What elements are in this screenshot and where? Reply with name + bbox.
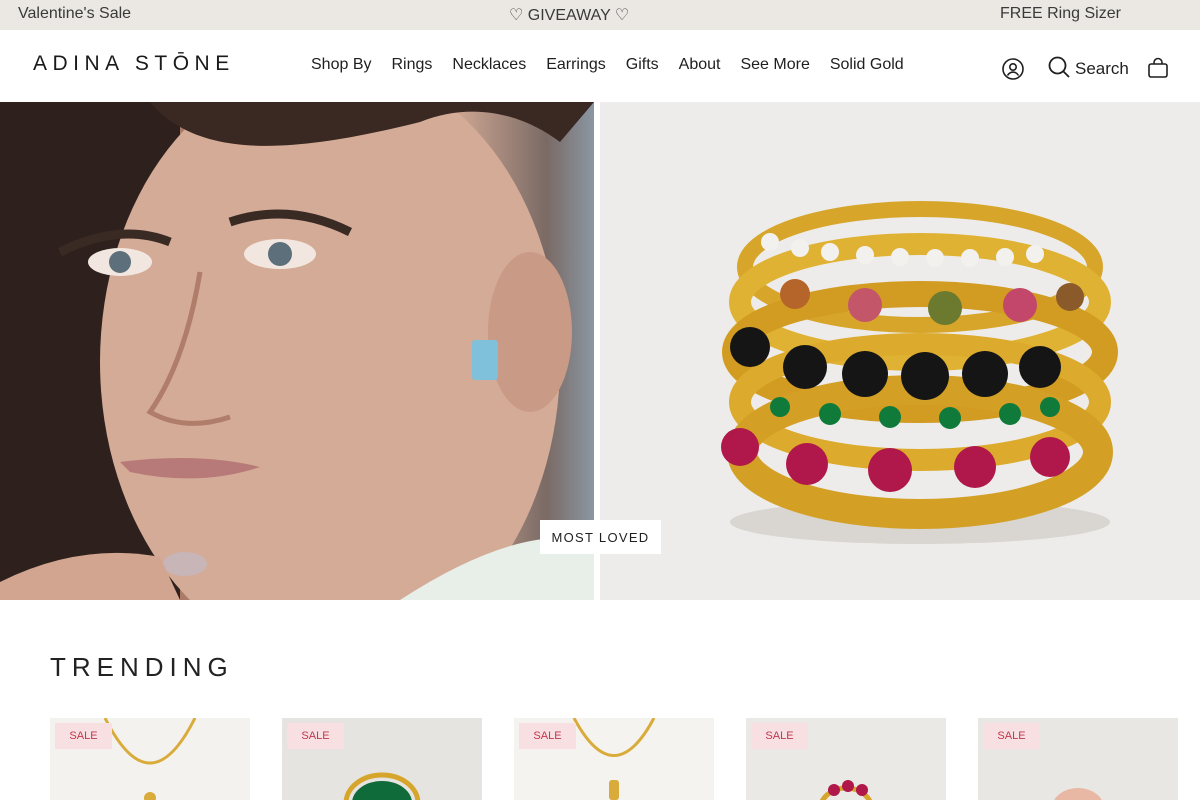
sale-badge: SALE xyxy=(519,723,576,749)
nav-item-rings[interactable]: Rings xyxy=(391,56,432,74)
search-button[interactable]: Search xyxy=(1047,55,1129,84)
announcement-ring-sizer-link[interactable]: FREE Ring Sizer xyxy=(1000,5,1121,23)
brand-logo[interactable]: ADINA STŌNE xyxy=(33,52,235,76)
sale-badge: SALE xyxy=(55,723,112,749)
announcement-giveaway-link[interactable]: ♡ GIVEAWAY ♡ xyxy=(509,5,629,25)
product-card[interactable]: SALE xyxy=(282,718,482,800)
site-header: ADINA STŌNE Shop By Rings Necklaces Earr… xyxy=(0,30,1200,102)
product-card[interactable]: SALE xyxy=(50,718,250,800)
most-loved-button[interactable]: MOST LOVED xyxy=(540,520,661,554)
nav-item-necklaces[interactable]: Necklaces xyxy=(452,56,526,74)
nav-item-see-more[interactable]: See More xyxy=(740,56,809,74)
search-icon xyxy=(1047,55,1071,84)
product-card[interactable]: SALE xyxy=(514,718,714,800)
announcement-sale-link[interactable]: Valentine's Sale xyxy=(18,5,131,23)
nav-item-about[interactable]: About xyxy=(679,56,721,74)
hero-banner: MOST LOVED xyxy=(0,102,1200,600)
sale-badge: SALE xyxy=(751,723,808,749)
nav-item-shop-by[interactable]: Shop By xyxy=(311,56,371,74)
trending-product-grid: SALE SALE SALE SALE SALE xyxy=(50,718,1178,800)
search-label: Search xyxy=(1075,59,1129,78)
account-icon[interactable] xyxy=(1001,57,1025,81)
nav-item-earrings[interactable]: Earrings xyxy=(546,56,606,74)
sale-badge: SALE xyxy=(287,723,344,749)
bag-icon[interactable] xyxy=(1147,57,1169,79)
announcement-bar: Valentine's Sale ♡ GIVEAWAY ♡ FREE Ring … xyxy=(0,0,1200,30)
hero-rings-image[interactable] xyxy=(600,102,1200,600)
product-card[interactable]: SALE xyxy=(978,718,1178,800)
sale-badge: SALE xyxy=(983,723,1040,749)
hero-model-image[interactable] xyxy=(0,102,594,600)
product-card[interactable]: SALE xyxy=(746,718,946,800)
nav-item-solid-gold[interactable]: Solid Gold xyxy=(830,56,904,74)
main-navigation: Shop By Rings Necklaces Earrings Gifts A… xyxy=(311,56,904,74)
section-title-trending: TRENDING xyxy=(50,652,234,682)
nav-item-gifts[interactable]: Gifts xyxy=(626,56,659,74)
